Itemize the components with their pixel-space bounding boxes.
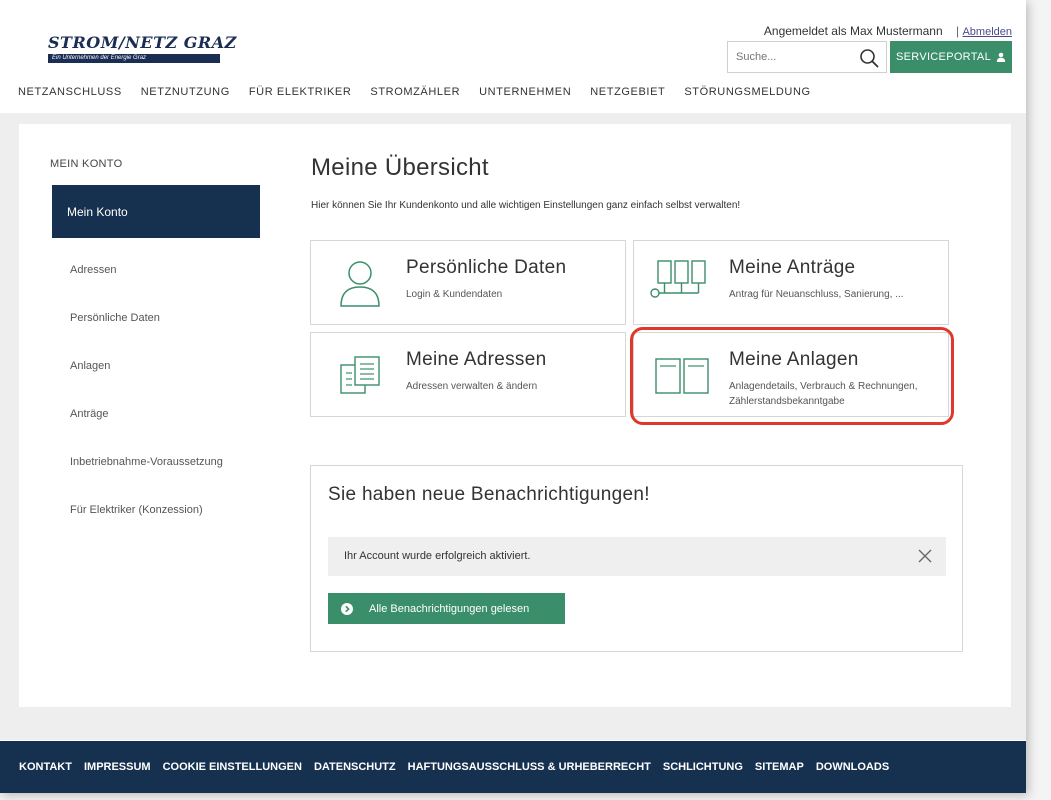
serviceportal-button[interactable]: SERVICEPORTAL [890, 41, 1012, 73]
nav-item-netzgebiet[interactable]: NETZGEBIET [590, 86, 665, 98]
sidebar-title: MEIN KONTO [50, 158, 123, 170]
nav-item-stoerungsmeldung[interactable]: STÖRUNGSMELDUNG [684, 86, 810, 98]
user-icon [996, 52, 1006, 62]
sidebar-item-mein-konto[interactable]: Mein Konto [52, 185, 260, 238]
page-subtitle: Hier können Sie Ihr Kundenkonto und alle… [311, 200, 741, 211]
sidebar-item-antraege[interactable]: Anträge [70, 406, 223, 454]
card-description: Antrag für Neuanschluss, Sanierung, ... [729, 289, 904, 300]
panels-icon [655, 358, 709, 394]
card-title: Persönliche Daten [406, 257, 567, 278]
sidebar-item-inbetriebnahme[interactable]: Inbetriebnahme-Voraussetzung [70, 454, 223, 502]
card-persoenliche-daten[interactable]: Persönliche Daten Login & Kundendaten [310, 240, 626, 325]
person-icon [340, 261, 380, 307]
sidebar-item-fuer-elektriker[interactable]: Für Elektriker (Konzession) [70, 502, 223, 550]
footer: KONTAKT IMPRESSUM COOKIE EINSTELLUNGEN D… [0, 741, 1026, 793]
mark-all-read-label: Alle Benachrichtigungen gelesen [369, 602, 530, 615]
logo-tagline: Ein Unternehmen der Energie Graz [48, 54, 220, 63]
card-meine-antraege[interactable]: Meine Anträge Antrag für Neuanschluss, S… [633, 240, 949, 325]
sidebar-list: Adressen Persönliche Daten Anlagen Anträ… [70, 262, 223, 550]
footer-link-cookie-einstellungen[interactable]: COOKIE EINSTELLUNGEN [163, 761, 302, 773]
card-title: Meine Anlagen [729, 349, 859, 370]
sidebar-item-adressen[interactable]: Adressen [70, 262, 223, 310]
footer-link-schlichtung[interactable]: SCHLICHTUNG [663, 761, 743, 773]
serviceportal-label: SERVICEPORTAL [896, 51, 991, 63]
card-description: Adressen verwalten & ändern [406, 381, 538, 392]
notifications-panel: Sie haben neue Benachrichtigungen! Ihr A… [310, 465, 963, 652]
search-icon[interactable] [859, 48, 879, 68]
nav-item-fuer-elektriker[interactable]: FÜR ELEKTRIKER [249, 86, 352, 98]
footer-link-kontakt[interactable]: KONTAKT [19, 761, 72, 773]
nav-item-unternehmen[interactable]: UNTERNEHMEN [479, 86, 571, 98]
close-icon[interactable] [918, 549, 932, 563]
nav-item-stromzaehler[interactable]: STROMZÄHLER [370, 86, 460, 98]
search-box [727, 41, 887, 73]
flowchart-icon [650, 260, 706, 298]
main-navigation: NETZANSCHLUSS NETZNUTZUNG FÜR ELEKTRIKER… [18, 86, 811, 98]
stromnetz-graz-logo[interactable]: STROM/NETZ GRAZ Ein Unternehmen der Ener… [48, 32, 237, 63]
card-title: Meine Adressen [406, 349, 547, 370]
card-description: Login & Kundendaten [406, 289, 503, 300]
nav-item-netzanschluss[interactable]: NETZANSCHLUSS [18, 86, 122, 98]
search-input[interactable] [728, 42, 852, 72]
footer-link-sitemap[interactable]: SITEMAP [755, 761, 804, 773]
notifications-title: Sie haben neue Benachrichtigungen! [328, 484, 650, 505]
card-meine-anlagen[interactable]: Meine Anlagen Anlagendetails, Verbrauch … [633, 332, 949, 417]
footer-link-datenschutz[interactable]: DATENSCHUTZ [314, 761, 396, 773]
mark-all-read-button[interactable]: Alle Benachrichtigungen gelesen [328, 593, 565, 624]
page-title: Meine Übersicht [311, 154, 489, 181]
logout-link[interactable]: Abmelden [962, 26, 1012, 38]
logged-in-text: Angemeldet als Max Mustermann [763, 24, 943, 38]
separator: | [955, 24, 960, 38]
user-status: Angemeldet als Max Mustermann | Abmelden [764, 24, 1012, 38]
card-meine-adressen[interactable]: Meine Adressen Adressen verwalten & ände… [310, 332, 626, 417]
footer-link-downloads[interactable]: DOWNLOADS [816, 761, 889, 773]
notification-item: Ihr Account wurde erfolgreich aktiviert. [328, 537, 946, 576]
card-title: Meine Anträge [729, 257, 856, 278]
page: STROM/NETZ GRAZ Ein Unternehmen der Ener… [0, 0, 1026, 793]
nav-item-netznutzung[interactable]: NETZNUTZUNG [141, 86, 230, 98]
card-description: Anlagendetails, Verbrauch & Rechnungen, … [729, 381, 918, 407]
logo-main-text: STROM/NETZ GRAZ [48, 33, 237, 52]
sidebar-item-persoenliche-daten[interactable]: Persönliche Daten [70, 310, 223, 358]
footer-link-haftungsausschluss[interactable]: HAFTUNGSAUSSCHLUSS & URHEBERRECHT [408, 761, 651, 773]
sidebar-item-anlagen[interactable]: Anlagen [70, 358, 223, 406]
documents-icon [340, 356, 380, 394]
notification-text: Ihr Account wurde erfolgreich aktiviert. [344, 550, 531, 562]
arrow-right-circle-icon [341, 602, 353, 615]
footer-link-impressum[interactable]: IMPRESSUM [84, 761, 151, 773]
